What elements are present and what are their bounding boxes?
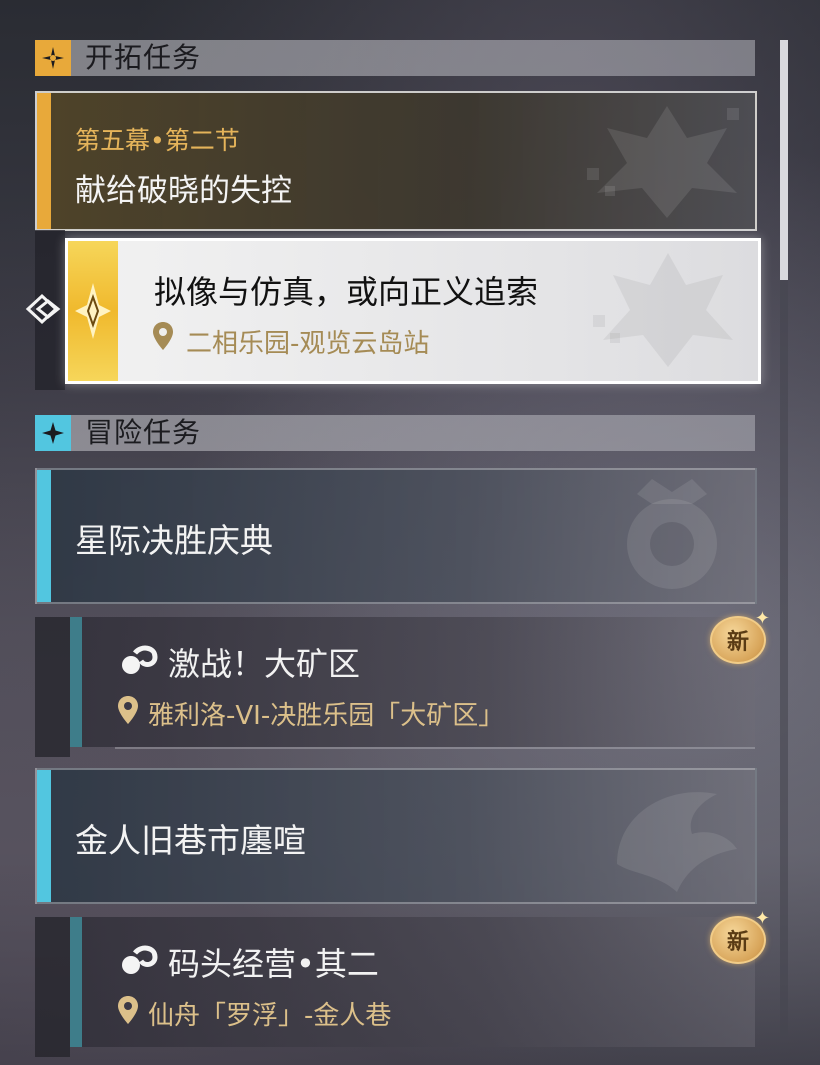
sub-mission-location: 雅利洛-VI-决胜乐园「大矿区」 — [148, 701, 505, 731]
location-pin-icon — [117, 695, 139, 729]
step-tag — [68, 241, 118, 381]
mission-title: 星际决胜庆典 — [75, 521, 273, 560]
trailblaze-mission-card[interactable]: 第五幕•第二节 献给破晓的失控 — [35, 91, 757, 231]
location-pin-icon — [152, 321, 174, 355]
mission-type-icon — [119, 643, 159, 683]
adventure-mission-card[interactable]: 金人旧巷市廛喧 — [35, 768, 757, 904]
adventure-mission-card[interactable]: 星际决胜庆典 — [35, 468, 757, 604]
section-header-adventure: 冒险任务 — [35, 415, 755, 451]
emblem-watermark-icon — [593, 253, 733, 367]
section-title: 开拓任务 — [85, 41, 202, 74]
divider — [115, 747, 755, 749]
adventure-sub-mission[interactable]: 激战！大矿区 雅利洛-VI-决胜乐园「大矿区」 — [35, 617, 755, 757]
section-header-trailblaze: 开拓任务 — [35, 40, 755, 76]
mission-title: 金人旧巷市廛喧 — [75, 821, 306, 860]
emblem-watermark-icon — [617, 792, 737, 892]
sub-frame — [35, 617, 70, 757]
section-title: 冒险任务 — [85, 416, 202, 449]
accent-bar — [70, 917, 82, 1047]
emblem-watermark-icon — [627, 479, 717, 589]
sparkle-icon: ✦ — [754, 608, 770, 629]
mission-chapter: 第五幕•第二节 — [75, 126, 240, 155]
location-pin-icon — [117, 995, 139, 1029]
sub-mission-title: 激战！大矿区 — [168, 645, 361, 683]
accent-bar — [70, 617, 82, 747]
sub-mission-title: 码头经营•其二 — [168, 945, 379, 983]
sparkle-icon: ✦ — [754, 908, 770, 929]
trailblaze-star-icon — [35, 40, 71, 76]
new-badge: 新 ✦ — [710, 608, 770, 664]
step-location: 二相乐园-观览云岛站 — [186, 329, 430, 359]
trailblaze-step-icon — [75, 283, 111, 339]
new-badge: 新 ✦ — [710, 908, 770, 964]
scrollbar-thumb[interactable] — [780, 40, 788, 280]
accent-bar — [37, 770, 51, 902]
accent-bar — [37, 93, 51, 229]
emblem-watermark-icon — [587, 106, 739, 218]
mission-type-icon — [119, 943, 159, 983]
accent-bar — [37, 470, 51, 602]
adventure-star-icon — [35, 415, 71, 451]
selector-arrow-icon — [24, 292, 64, 330]
step-title: 拟像与仿真，或向正义追索 — [154, 273, 539, 311]
sub-frame — [35, 917, 70, 1057]
current-step-card[interactable]: 拟像与仿真，或向正义追索 二相乐园-观览云岛站 — [65, 238, 761, 384]
mission-title: 献给破晓的失控 — [75, 173, 292, 209]
sub-mission-location: 仙舟「罗浮」-金人巷 — [148, 1001, 392, 1031]
adventure-sub-mission[interactable]: 码头经营•其二 仙舟「罗浮」-金人巷 — [35, 917, 755, 1057]
